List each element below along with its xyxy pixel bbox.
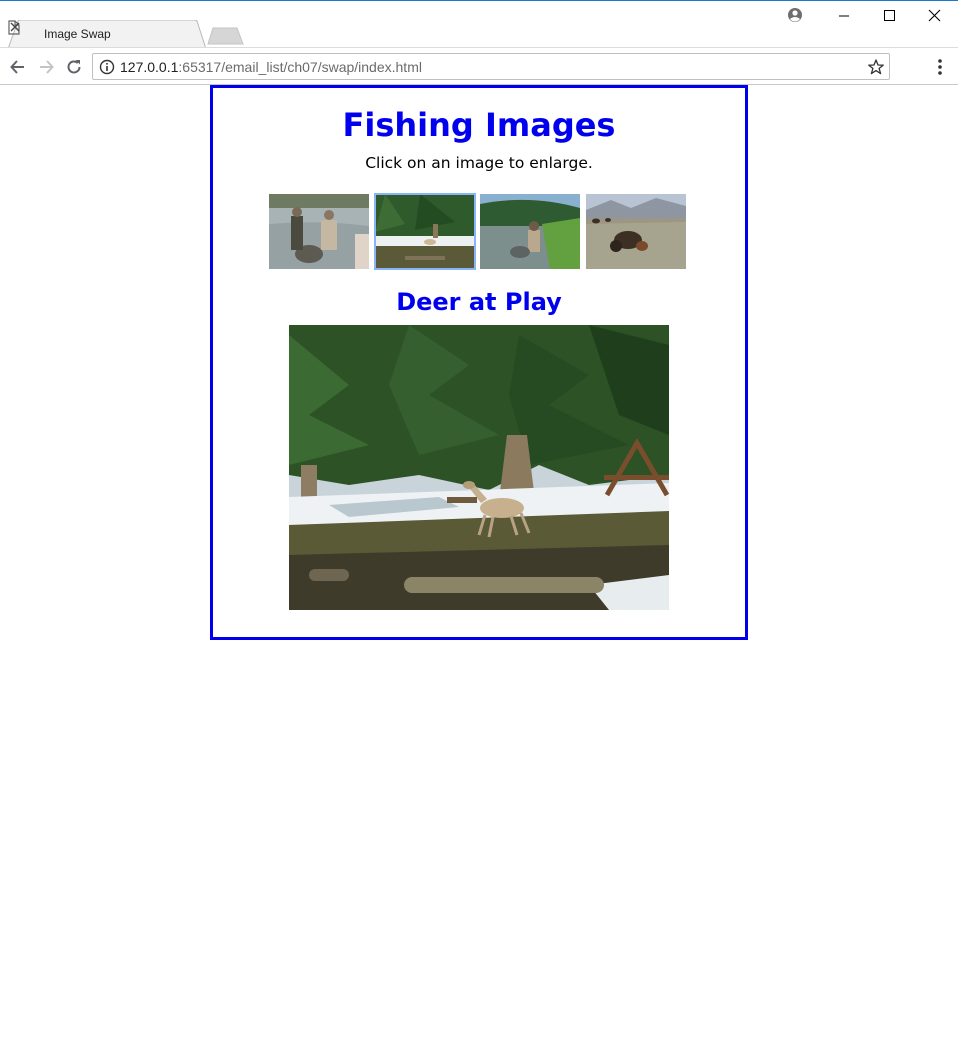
forward-arrow-icon[interactable] — [36, 57, 56, 77]
maximize-button[interactable] — [866, 7, 912, 25]
content-frame: Fishing Images Click on an image to enla… — [210, 85, 748, 640]
thumbnail-bison[interactable] — [586, 194, 686, 269]
star-icon[interactable] — [867, 58, 885, 76]
window-close-icon — [928, 9, 941, 22]
back-arrow-icon[interactable] — [8, 57, 28, 77]
url-path: :65317/email_list/ch07/swap/index.html — [178, 59, 422, 75]
more-vert-icon[interactable] — [932, 57, 948, 77]
enlarged-image — [289, 325, 669, 610]
info-icon[interactable] — [99, 59, 115, 75]
thumbnail-fishermen-netting[interactable] — [269, 194, 369, 269]
maximize-icon — [884, 10, 895, 21]
page-title: Fishing Images — [342, 106, 616, 144]
window-close-button[interactable] — [911, 7, 957, 25]
close-icon[interactable] — [8, 20, 22, 34]
tab-title: Image Swap — [44, 27, 111, 41]
account-icon — [788, 8, 802, 22]
browser-tab[interactable]: Image Swap — [8, 20, 206, 49]
title-bar: Image Swap — [0, 1, 958, 49]
thumbnail-deer[interactable] — [374, 193, 476, 270]
minimize-button[interactable] — [821, 7, 867, 25]
minimize-icon — [839, 15, 849, 17]
image-caption: Deer at Play — [396, 288, 562, 316]
url-text[interactable]: 127.0.0.1:65317/email_list/ch07/swap/ind… — [120, 59, 422, 75]
browser-toolbar: 127.0.0.1:65317/email_list/ch07/swap/ind… — [0, 47, 958, 85]
new-tab-button[interactable] — [207, 27, 245, 45]
account-button[interactable] — [772, 7, 818, 25]
address-bar[interactable]: 127.0.0.1:65317/email_list/ch07/swap/ind… — [92, 53, 890, 80]
reload-icon[interactable] — [64, 57, 84, 77]
url-host: 127.0.0.1 — [120, 59, 179, 75]
thumbnail-fisherman-stream[interactable] — [480, 194, 580, 269]
instructions-text: Click on an image to enlarge. — [365, 154, 593, 172]
